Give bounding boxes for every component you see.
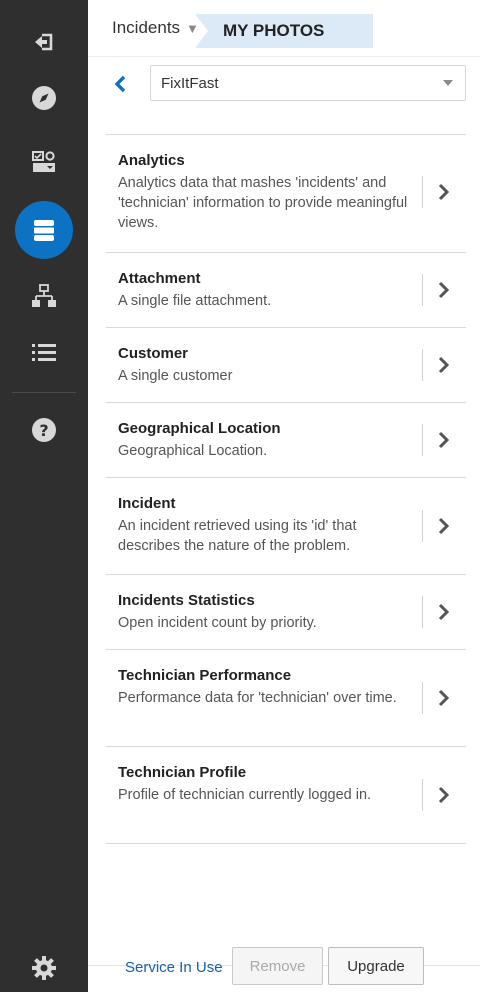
list-item-title: Analytics	[118, 152, 185, 169]
item-divider	[422, 682, 423, 714]
exit-icon[interactable]	[0, 22, 88, 62]
remove-button[interactable]: Remove	[232, 947, 323, 985]
list-item-title: Attachment	[118, 270, 201, 287]
chevron-right-icon[interactable]	[434, 688, 454, 708]
list-icon[interactable]	[0, 332, 88, 372]
tab-my-photos-label: MY PHOTOS	[223, 21, 325, 40]
list-item-description: Performance data for 'technician' over t…	[118, 690, 397, 706]
list-item-incident[interactable]: Incident An incident retrieved using its…	[106, 478, 466, 575]
list-item-description: An incident retrieved using its 'id' tha…	[118, 518, 357, 554]
list-item-attachment[interactable]: Attachment A single file attachment.	[106, 253, 466, 328]
chevron-right-icon[interactable]	[434, 516, 454, 536]
chevron-right-icon[interactable]	[434, 602, 454, 622]
list-item-title: Incident	[118, 495, 176, 512]
back-button[interactable]	[108, 72, 132, 96]
chevron-right-icon[interactable]	[434, 430, 454, 450]
list-item-technician-profile[interactable]: Technician Profile Profile of technician…	[106, 747, 466, 844]
item-divider	[422, 424, 423, 456]
list-item-geographical-location[interactable]: Geographical Location Geographical Locat…	[106, 403, 466, 478]
list-item-title: Customer	[118, 345, 189, 362]
list-item-description: Profile of technician currently logged i…	[118, 787, 372, 803]
chevron-right-icon[interactable]	[434, 182, 454, 202]
svg-text:?: ?	[39, 421, 48, 440]
rail-divider	[12, 392, 76, 393]
chevron-right-icon[interactable]	[434, 355, 454, 375]
backend-select-value: FixItFast	[161, 74, 219, 92]
dropdown-arrow-icon	[443, 80, 453, 86]
item-divider	[422, 274, 423, 306]
tab-my-photos[interactable]: MY PHOTOS	[195, 14, 373, 48]
gear-icon[interactable]	[0, 948, 88, 988]
dashboard-icon[interactable]	[0, 142, 88, 182]
sitemap-icon[interactable]	[0, 276, 88, 316]
item-divider	[422, 510, 423, 542]
breadcrumb-incidents[interactable]: Incidents ▼	[112, 18, 199, 38]
list-item-description: Geographical Location.	[118, 443, 268, 459]
list-item-title: Incidents Statistics	[118, 592, 255, 609]
list-item-title: Technician Performance	[118, 667, 292, 684]
service-in-use-link[interactable]: Service In Use	[125, 959, 223, 976]
list-item-description: Analytics data that mashes 'incidents' a…	[118, 175, 408, 231]
chevron-right-icon[interactable]	[434, 280, 454, 300]
backend-select[interactable]: FixItFast	[150, 65, 466, 101]
chevron-right-icon[interactable]	[434, 785, 454, 805]
list-item-description: A single file attachment.	[118, 293, 272, 309]
list-item-description: Open incident count by priority.	[118, 615, 317, 631]
chevron-left-icon	[114, 75, 126, 93]
api-list: Analytics Analytics data that mashes 'in…	[106, 135, 466, 844]
item-divider	[422, 176, 423, 208]
list-item-customer[interactable]: Customer A single customer	[106, 328, 466, 403]
left-rail: ?	[0, 0, 88, 992]
item-divider	[422, 779, 423, 811]
help-icon[interactable]: ?	[0, 410, 88, 450]
item-divider	[422, 596, 423, 628]
list-item-description: A single customer	[118, 368, 233, 384]
breadcrumb: Incidents ▼ MY PHOTOS	[88, 0, 480, 57]
database-icon[interactable]	[0, 210, 88, 250]
chevron-down-icon: ▼	[186, 21, 199, 36]
breadcrumb-incidents-label: Incidents	[112, 18, 181, 37]
list-item-title: Geographical Location	[118, 420, 281, 437]
list-item-incidents-statistics[interactable]: Incidents Statistics Open incident count…	[106, 575, 466, 650]
item-divider	[422, 349, 423, 381]
list-item-title: Technician Profile	[118, 764, 247, 781]
compass-icon[interactable]	[0, 78, 88, 118]
upgrade-button[interactable]: Upgrade	[328, 947, 424, 985]
list-item-analytics[interactable]: Analytics Analytics data that mashes 'in…	[106, 135, 466, 253]
list-item-technician-performance[interactable]: Technician Performance Performance data …	[106, 650, 466, 747]
